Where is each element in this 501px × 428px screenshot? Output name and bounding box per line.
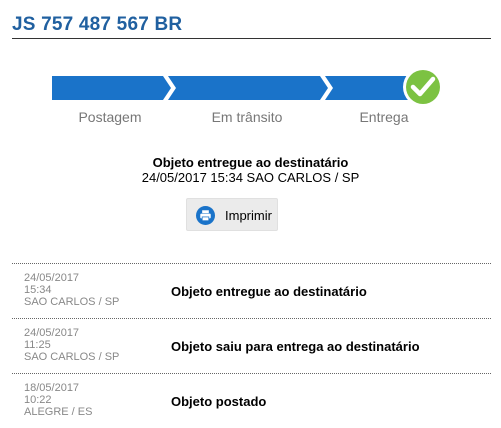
event-description: Objeto postado [171, 394, 267, 409]
event-location: SAO CARLOS / SP [24, 351, 120, 363]
event-meta: 18/05/2017 10:22 ALEGRE / ES [24, 382, 92, 418]
delivery-progress-bar: Postagem Em trânsito Entrega [0, 64, 501, 144]
progress-segment-postagem [52, 76, 171, 100]
event-location: ALEGRE / ES [24, 406, 93, 418]
step-label-entrega: Entrega [359, 109, 409, 125]
title-divider [12, 38, 491, 39]
progress-segment-em-transito [168, 76, 328, 100]
step-label-em-transito: Em trânsito [211, 109, 283, 125]
current-status-detail: 24/05/2017 15:34 SAO CARLOS / SP [141, 170, 360, 185]
print-button-label: Imprimir [225, 208, 272, 223]
progress-bar-graphic [52, 67, 443, 107]
event-row: 24/05/2017 11:25 SAO CARLOS / SP Objeto … [12, 318, 491, 373]
event-date: 18/05/2017 [24, 382, 80, 394]
event-row: 24/05/2017 15:34 SAO CARLOS / SP Objeto … [12, 263, 491, 318]
event-date: 24/05/2017 [24, 327, 80, 339]
event-date: 24/05/2017 [24, 272, 80, 284]
event-meta: 24/05/2017 15:34 SAO CARLOS / SP [24, 272, 119, 308]
print-button[interactable]: Imprimir [186, 198, 278, 231]
check-icon [403, 67, 443, 107]
event-row: 18/05/2017 10:22 ALEGRE / ES Objeto post… [12, 373, 491, 428]
event-description: Objeto entregue ao destinatário [171, 284, 367, 299]
printer-icon [196, 206, 215, 225]
event-location: SAO CARLOS / SP [24, 296, 120, 308]
event-time: 15:34 [24, 284, 52, 296]
current-status-title: Objeto entregue ao destinatário [152, 155, 349, 170]
event-meta: 24/05/2017 11:25 SAO CARLOS / SP [24, 327, 119, 363]
tracking-code: JS 757 487 567 BR [12, 14, 183, 35]
step-label-postagem: Postagem [78, 109, 142, 125]
event-description: Objeto saiu para entrega ao destinatário [171, 339, 420, 354]
event-time: 11:25 [24, 339, 51, 351]
event-time: 10:22 [24, 394, 52, 406]
tracking-events-list: 24/05/2017 15:34 SAO CARLOS / SP Objeto … [12, 263, 491, 428]
